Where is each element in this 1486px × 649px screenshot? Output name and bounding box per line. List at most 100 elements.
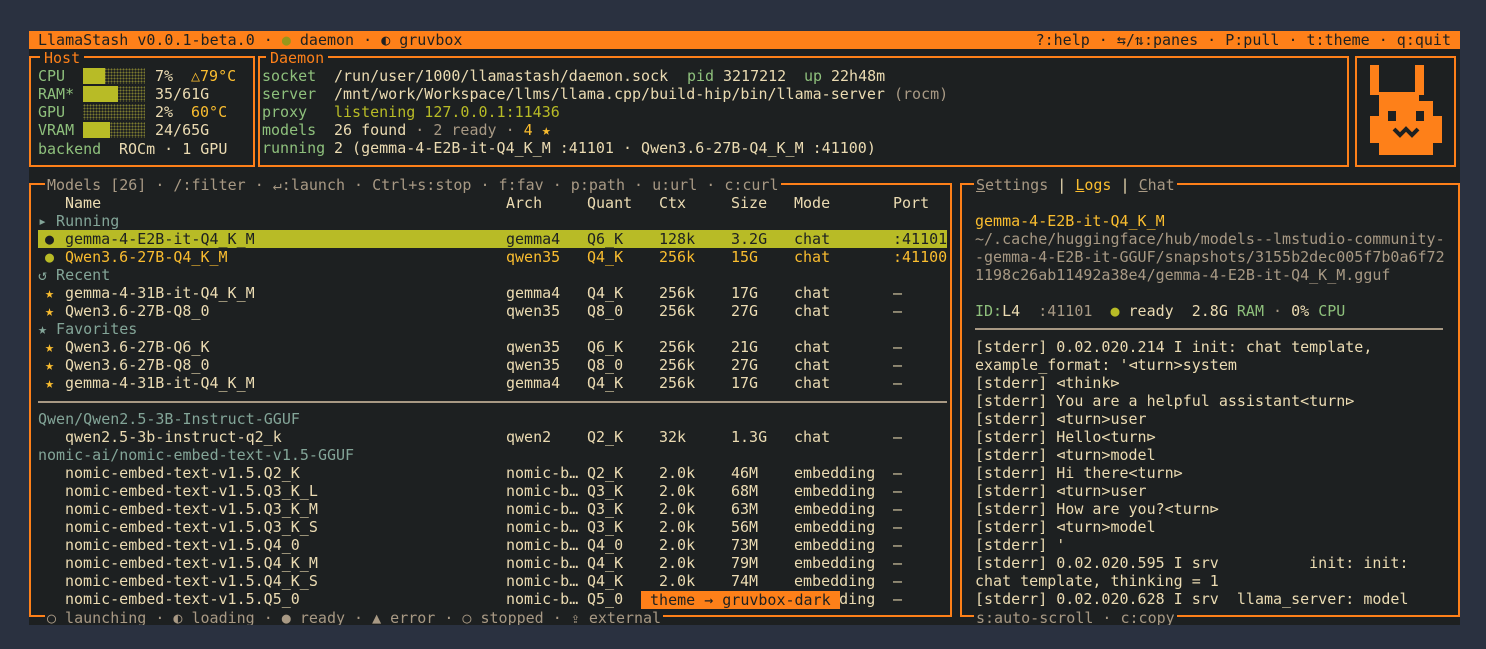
model-name: nomic-embed-text-v1.5.Q4_0 — [65, 536, 300, 554]
model-port: — — [893, 554, 903, 572]
status-ready-dot: ● — [45, 248, 55, 266]
model-row[interactable]: nomic-embed-text-v1.5.Q4_K_M nomic-b… Q4_K… — [38, 554, 947, 572]
model-arch: nomic-b… — [506, 482, 579, 500]
model-port: — — [893, 464, 903, 482]
host-row-gpu: GPU 2% 60°C — [38, 103, 248, 121]
daemon-panel: Daemon socket/run/user/1000/llamastash/d… — [258, 49, 1349, 167]
top-status-bar: LlamaStash v0.0.1-beta.0 · ● daemon · ◐ … — [29, 31, 1460, 49]
model-quant: Q2_K — [587, 428, 624, 446]
model-row[interactable]: ● Qwen3.6-27B-Q4_K_M qwen35 Q4_K 256k 15G chat… — [38, 248, 947, 266]
model-arch: gemma4 — [506, 230, 561, 248]
usage-meter — [83, 104, 145, 120]
model-mode: chat — [794, 230, 831, 248]
model-quant: Q4_0 — [587, 536, 624, 554]
favorite-star-icon: ★ — [45, 338, 55, 356]
log-line: [stderr] Hi there<turn⊳ — [975, 464, 1183, 482]
model-quant: Q6_K — [587, 230, 624, 248]
model-ctx: 2.0k — [659, 554, 696, 572]
model-row[interactable]: ★ Qwen3.6-27B-Q8_0 qwen35 Q8_0 256k 27G chat — — [38, 356, 947, 374]
model-row[interactable]: nomic-embed-text-v1.5.Q4_K_S nomic-b… Q4_K… — [38, 572, 947, 590]
proxy-row: proxy listening 127.0.0.1:11436 — [262, 103, 560, 121]
model-row[interactable]: ★ gemma-4-31B-it-Q4_K_M gemma4 Q4_K 256k 17G c… — [38, 284, 947, 302]
host-row-label: CPU — [38, 67, 66, 85]
log-line: [stderr] ⊲turn>user — [975, 410, 1147, 428]
model-size: 17G — [731, 374, 759, 392]
model-row[interactable]: ★ gemma-4-31B-it-Q4_K_M gemma4 Q4_K 256k 17G c… — [38, 374, 947, 392]
model-arch: qwen35 — [506, 338, 561, 356]
model-row[interactable]: ★ Qwen3.6-27B-Q8_0 qwen35 Q8_0 256k 27G chat — — [38, 302, 947, 320]
host-row-value: 24/65G — [155, 121, 210, 139]
log-line: [stderr] 0.02.020.214 I init: chat templ… — [975, 338, 1373, 356]
model-row[interactable]: nomic-embed-text-v1.5.Q2_K nomic-b… Q2_K 2.… — [38, 464, 947, 482]
model-quant: Q5_0 — [587, 590, 624, 608]
model-size: 63M — [731, 500, 759, 518]
log-line: example_format: '⊲turn>system — [975, 356, 1237, 374]
host-panel: Host CPU 7% △79°C RAM* 35/61G GPU 2% 60°C VRAM 24… — [29, 49, 255, 167]
model-arch: qwen35 — [506, 248, 561, 266]
model-row[interactable]: nomic-embed-text-v1.5.Q3_K_L nomic-b… Q3_K… — [38, 482, 947, 500]
model-row[interactable]: qwen2.5-3b-instruct-q2_k qwen2 Q2_K 32k 1.3G… — [38, 428, 947, 446]
model-port: — — [893, 518, 903, 536]
model-quant: Q3_K — [587, 482, 624, 500]
model-arch: qwen35 — [506, 356, 561, 374]
tab-logs[interactable]: Logs — [1075, 176, 1111, 194]
model-name: gemma-4-E2B-it-Q4_K_M — [65, 230, 255, 248]
model-name: Qwen3.6-27B-Q6_K — [65, 338, 210, 356]
model-size: 79M — [731, 554, 759, 572]
model-port: — — [893, 284, 903, 302]
tab-settings[interactable]: Settings — [976, 176, 1048, 194]
favorite-star-icon: ★ — [45, 284, 55, 302]
log-line: [stderr] ' — [975, 536, 1066, 554]
usage-meter — [83, 86, 145, 102]
tab-chat[interactable]: Chat — [1139, 176, 1175, 194]
model-mode: chat — [794, 302, 831, 320]
model-row[interactable]: nomic-embed-text-v1.5.Q3_K_M nomic-b… Q3_K… — [38, 500, 947, 518]
model-mode: embedding — [794, 572, 876, 590]
host-row-temperature: △79°C — [191, 67, 237, 85]
host-row-vram: VRAM 24/65G — [38, 121, 248, 139]
model-mode: embedding — [794, 464, 876, 482]
usage-meter-fill — [83, 122, 110, 138]
model-port: — — [893, 338, 903, 356]
terminal-window: LlamaStash v0.0.1-beta.0 · ● daemon · ◐ … — [29, 31, 1460, 625]
model-arch: nomic-b… — [506, 590, 579, 608]
usage-meter-fill — [83, 68, 105, 84]
model-row[interactable]: ★ Qwen3.6-27B-Q6_K qwen35 Q6_K 256k 21G chat — — [38, 338, 947, 356]
model-arch: nomic-b… — [506, 518, 579, 536]
usage-meter — [83, 122, 145, 138]
model-row[interactable]: nomic-embed-text-v1.5.Q3_K_S nomic-b… Q3_K… — [38, 518, 947, 536]
daemon-status-dot: ● — [281, 31, 291, 49]
models-summary-row: models 26 found · 2 ready · 4 ★ — [262, 121, 551, 139]
shortcut-hints: ?:help · ⇆/⇅:panes · P:pull · t:theme · … — [1035, 31, 1451, 49]
model-arch: gemma4 — [506, 284, 561, 302]
ready-dot: ● — [1110, 302, 1120, 320]
log-line: [stderr] 0.02.020.595 I srv init: init: — [975, 554, 1409, 572]
model-ctx: 128k — [659, 230, 696, 248]
model-mode: embedding — [794, 500, 876, 518]
model-mode: chat — [794, 338, 831, 356]
model-arch: nomic-b… — [506, 464, 579, 482]
model-arch: gemma4 — [506, 374, 561, 392]
model-quant: Q3_K — [587, 500, 624, 518]
group-header-recent: ↺ Recent — [38, 266, 111, 284]
group-header-nomic_repo: nomic-ai/nomic-embed-text-v1.5-GGUF — [38, 446, 355, 464]
model-port: — — [893, 572, 903, 590]
host-row-value: 35/61G — [155, 85, 210, 103]
log-line: [stderr] ⊲turn>model — [975, 446, 1156, 464]
model-mode: embedding — [794, 518, 876, 536]
model-arch: nomic-b… — [506, 500, 579, 518]
host-row-cpu: CPU 7% △79°C — [38, 67, 248, 85]
app-title: LlamaStash v0.0.1-beta.0 · ● daemon · ◐ … — [38, 31, 463, 49]
model-size: 15G — [731, 248, 759, 266]
group-header-qwen_repo: Qwen/Qwen2.5-3B-Instruct-GGUF — [38, 410, 300, 428]
model-status-line: ID:L4 :41101 ● ready 2.8G RAM · 0% CPU — [975, 302, 1346, 320]
log-line: [stderr] ⊲turn>model — [975, 518, 1156, 536]
model-row[interactable]: nomic-embed-text-v1.5.Q4_0 nomic-b… Q4_0 2.… — [38, 536, 947, 554]
llama-logo — [1370, 65, 1442, 155]
model-row[interactable]: ● gemma-4-E2B-it-Q4_K_M gemma4 Q6_K 128k 3.2G… — [38, 230, 947, 248]
model-size: 68M — [731, 482, 759, 500]
model-port: :41100 — [893, 248, 948, 266]
model-port: — — [893, 302, 903, 320]
model-ctx: 256k — [659, 356, 696, 374]
model-port: — — [893, 356, 903, 374]
